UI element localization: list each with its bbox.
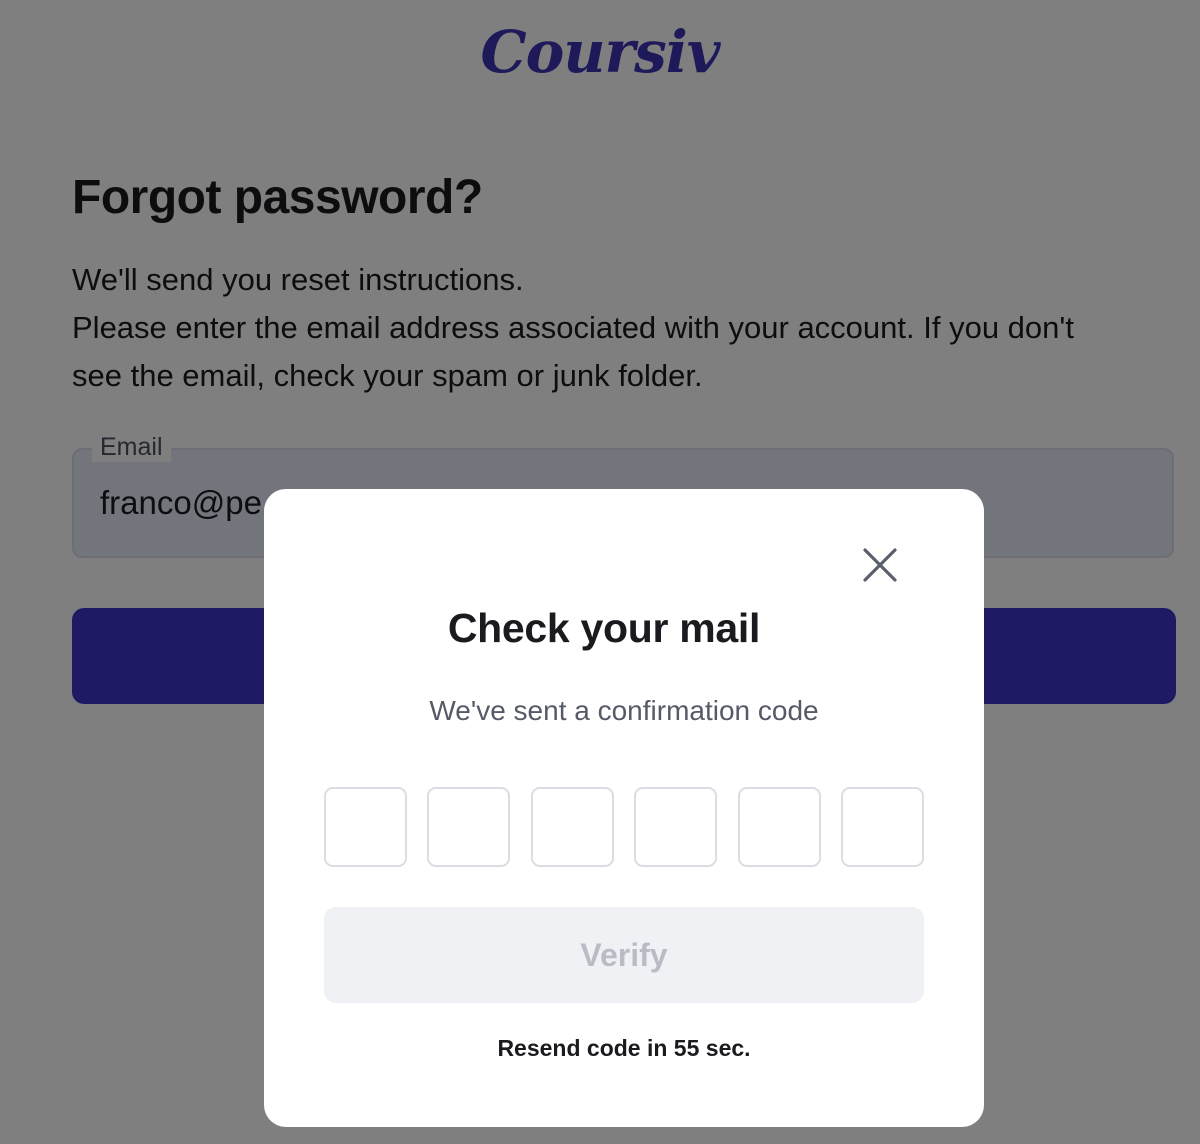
code-digit-6[interactable] (840, 787, 924, 867)
verify-button[interactable]: Verify (324, 907, 924, 1003)
modal-title: Check your mail (447, 605, 761, 651)
resend-countdown: Resend code in 55 sec. (497, 1035, 751, 1061)
code-digit-3[interactable] (530, 787, 614, 867)
forgot-password-page: Coursiv Forgot password? We'll send you … (0, 0, 1200, 1144)
check-mail-modal: Check your mail We've sent a confirmatio… (264, 489, 984, 1127)
modal-subtitle: We've sent a confirmation code (429, 695, 819, 726)
code-digit-2[interactable] (427, 787, 511, 867)
code-digit-4[interactable] (634, 787, 718, 867)
close-button[interactable] (854, 539, 906, 591)
close-icon (863, 548, 897, 582)
code-input-group (324, 787, 924, 867)
code-digit-1[interactable] (324, 787, 407, 867)
code-digit-5[interactable] (737, 787, 821, 867)
